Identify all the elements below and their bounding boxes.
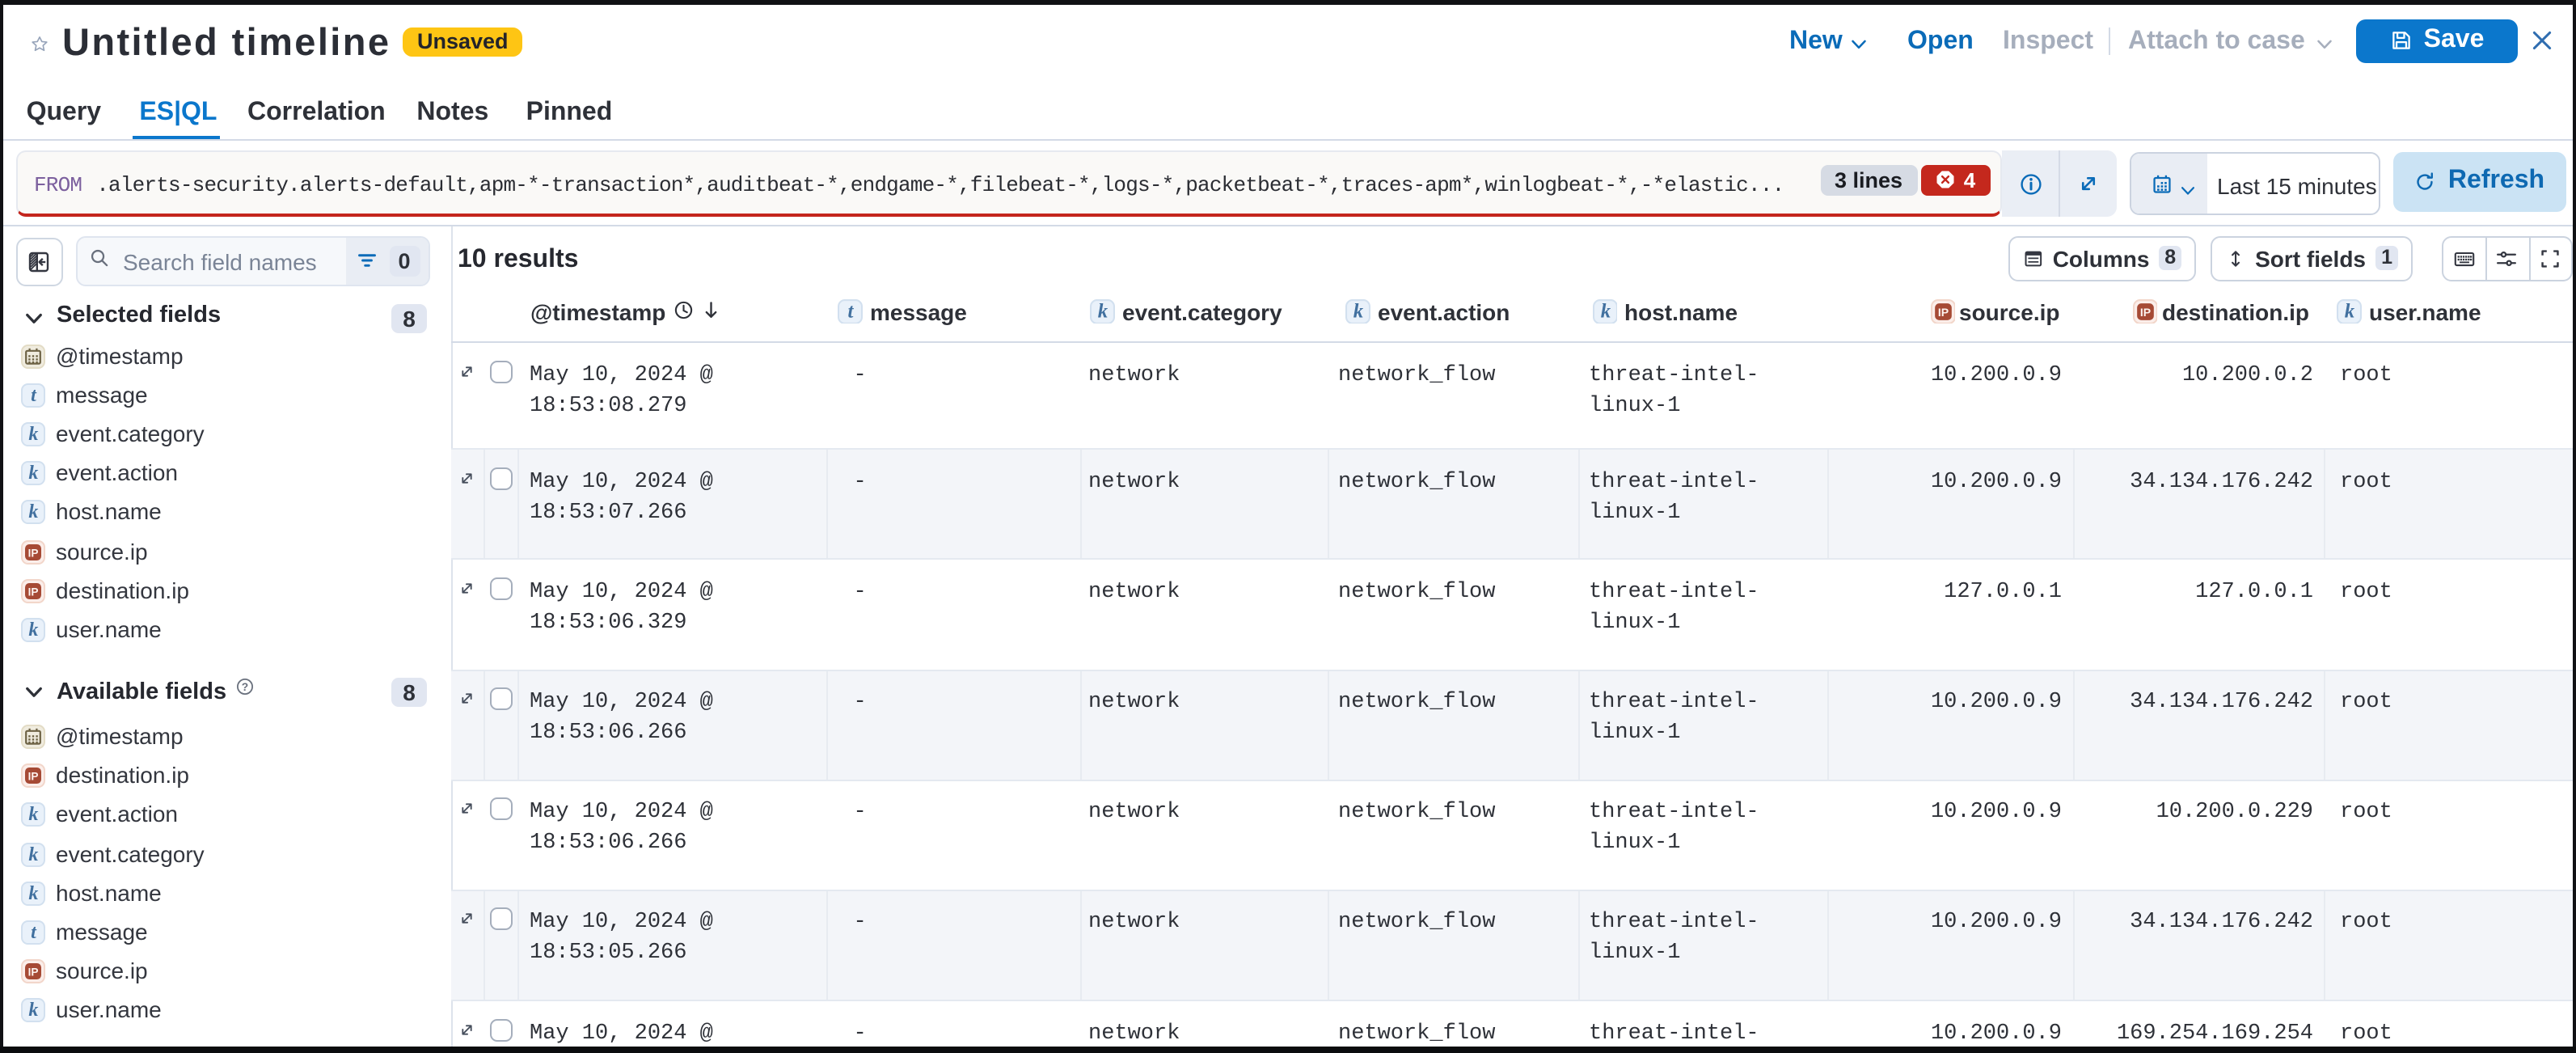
svg-text:k: k [27, 999, 37, 1020]
svg-text:IP: IP [27, 547, 38, 559]
svg-text:k: k [27, 502, 37, 523]
svg-text:k: k [27, 424, 37, 445]
svg-text:k: k [1353, 300, 1364, 322]
svg-text:IP: IP [27, 586, 38, 598]
svg-text:IP: IP [2140, 306, 2151, 319]
svg-text:k: k [27, 844, 37, 865]
svg-text:k: k [2345, 300, 2355, 322]
svg-text:IP: IP [27, 965, 38, 977]
svg-text:k: k [27, 619, 37, 640]
svg-text:k: k [1600, 300, 1611, 322]
svg-text:IP: IP [27, 770, 38, 782]
svg-text:k: k [1098, 300, 1109, 322]
svg-text:k: k [27, 804, 37, 825]
svg-text:?: ? [242, 679, 248, 692]
svg-text:IP: IP [1937, 306, 1948, 319]
svg-text:t: t [847, 300, 854, 322]
svg-text:k: k [27, 463, 37, 484]
svg-text:k: k [27, 882, 37, 903]
